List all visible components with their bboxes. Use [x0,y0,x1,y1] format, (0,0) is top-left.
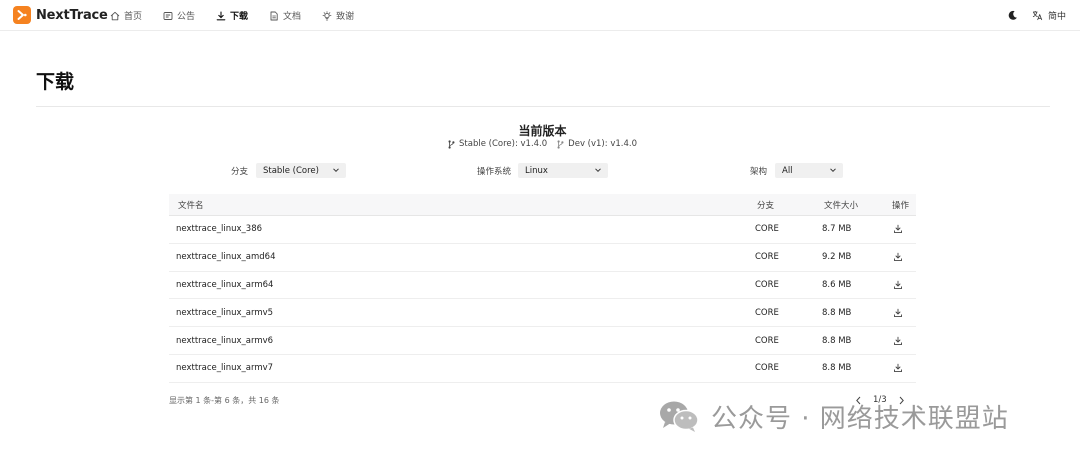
nav-label-home: 首页 [124,12,143,22]
download-icon [894,364,902,373]
chevron-down-icon [333,168,339,173]
downloads-table: 文件名 分支 文件大小 操作 nexttrace_linux_386 CORE … [169,194,916,383]
arch-select-value: All [782,165,793,176]
watermark: 公众号 · 网络技术联盟站 [657,396,1009,436]
row-filename: nexttrace_linux_armv7 [176,363,274,374]
header-size: 文件大小 [824,200,859,211]
table-header: 文件名 分支 文件大小 操作 [169,194,916,216]
download-button[interactable] [893,216,903,243]
table-row: nexttrace_linux_armv7 CORE 8.8 MB [169,355,916,383]
moon-icon [1008,10,1017,20]
stable-version: Stable (Core): v1.4.0 [448,139,547,149]
table-row: nexttrace_linux_armv5 CORE 8.8 MB [169,299,916,328]
row-size: 8.8 MB [822,307,852,318]
arch-filter-label: 架构 [750,167,768,177]
nexttrace-logo-icon [13,6,31,24]
language-switcher[interactable]: 简中 [1032,9,1066,22]
download-icon [894,280,902,290]
os-select-value: Linux [525,165,548,176]
row-branch: CORE [755,252,779,263]
row-filename: nexttrace_linux_amd64 [176,252,276,263]
table-row: nexttrace_linux_armv6 CORE 8.8 MB [169,327,916,355]
row-filename: nexttrace_linux_arm64 [176,279,274,290]
row-branch: CORE [755,335,779,346]
home-icon [110,11,120,20]
nav-item-announcements[interactable]: 公告 [163,9,195,22]
header-branch: 分支 [757,200,775,211]
dev-version: Dev (v1): v1.4.0 [557,139,637,149]
main-nav: 首页 公告 下载 文档 致谢 [110,0,375,31]
version-info: Stable (Core): v1.4.0 Dev (v1): v1.4.0 [0,139,1080,149]
os-filter-label: 操作系统 [477,167,512,177]
nav-label-docs: 文档 [283,12,302,22]
download-icon [216,10,226,20]
os-select[interactable]: Linux [518,163,608,178]
watermark-text: 公众号 · 网络技术联盟站 [711,403,1009,434]
branch-icon [448,139,455,149]
announcement-icon [163,11,173,20]
row-branch: CORE [755,363,779,374]
arch-select[interactable]: All [775,163,843,178]
download-button[interactable] [893,327,903,354]
download-button[interactable] [893,299,903,326]
header-filename: 文件名 [178,200,204,211]
dev-version-label: Dev (v1): v1.4.0 [568,139,637,149]
branch-filter-label: 分支 [231,167,249,177]
row-size: 8.8 MB [822,363,852,374]
row-size: 8.6 MB [822,279,852,290]
title-divider [36,106,1050,107]
chevron-down-icon [595,168,601,173]
top-navbar: NextTrace 首页 公告 下载 文档 致谢 简中 [0,0,1080,31]
stable-version-label: Stable (Core): v1.4.0 [459,139,548,149]
download-button[interactable] [893,272,903,299]
version-heading: 当前版本 [518,124,567,138]
branch-select[interactable]: Stable (Core) [256,163,346,178]
nav-item-docs[interactable]: 文档 [269,9,301,22]
table-row: nexttrace_linux_amd64 CORE 9.2 MB [169,244,916,272]
branch-icon [557,139,564,149]
row-filename: nexttrace_linux_386 [176,224,263,235]
row-filename: nexttrace_linux_armv5 [176,307,274,318]
branch-select-value: Stable (Core) [263,165,319,176]
brand-name: NextTrace [36,7,108,23]
download-icon [894,336,902,345]
document-icon [270,11,278,20]
download-button[interactable] [893,244,903,271]
nav-label-thanks: 致谢 [336,12,355,22]
nav-right: 简中 [1007,0,1066,31]
row-branch: CORE [755,279,779,290]
language-label: 简中 [1047,12,1066,22]
lightbulb-icon [322,10,332,20]
nav-item-home[interactable]: 首页 [110,9,142,22]
header-action: 操作 [892,200,910,211]
row-branch: CORE [755,224,779,235]
translate-icon [1032,11,1043,21]
nav-item-download[interactable]: 下载 [216,9,248,22]
row-size: 8.7 MB [822,224,852,235]
nav-label-download: 下载 [230,12,249,22]
download-button[interactable] [893,355,903,382]
theme-toggle-button[interactable] [1007,10,1018,21]
download-icon [894,225,902,234]
wechat-icon [660,401,699,432]
row-filename: nexttrace_linux_armv6 [176,335,274,346]
table-row: nexttrace_linux_386 CORE 8.7 MB [169,216,916,244]
table-row: nexttrace_linux_arm64 CORE 8.6 MB [169,272,916,300]
page-title: 下载 [36,71,75,93]
nav-item-thanks[interactable]: 致谢 [322,9,354,22]
pagination-summary: 显示第 1 条-第 6 条，共 16 条 [169,396,280,405]
row-size: 8.8 MB [822,335,852,346]
row-branch: CORE [755,307,779,318]
download-icon [894,252,902,262]
row-size: 9.2 MB [822,252,852,263]
chevron-down-icon [830,168,836,173]
nav-label-announcements: 公告 [177,12,196,22]
brand-link[interactable]: NextTrace [13,6,108,24]
download-icon [894,308,902,317]
